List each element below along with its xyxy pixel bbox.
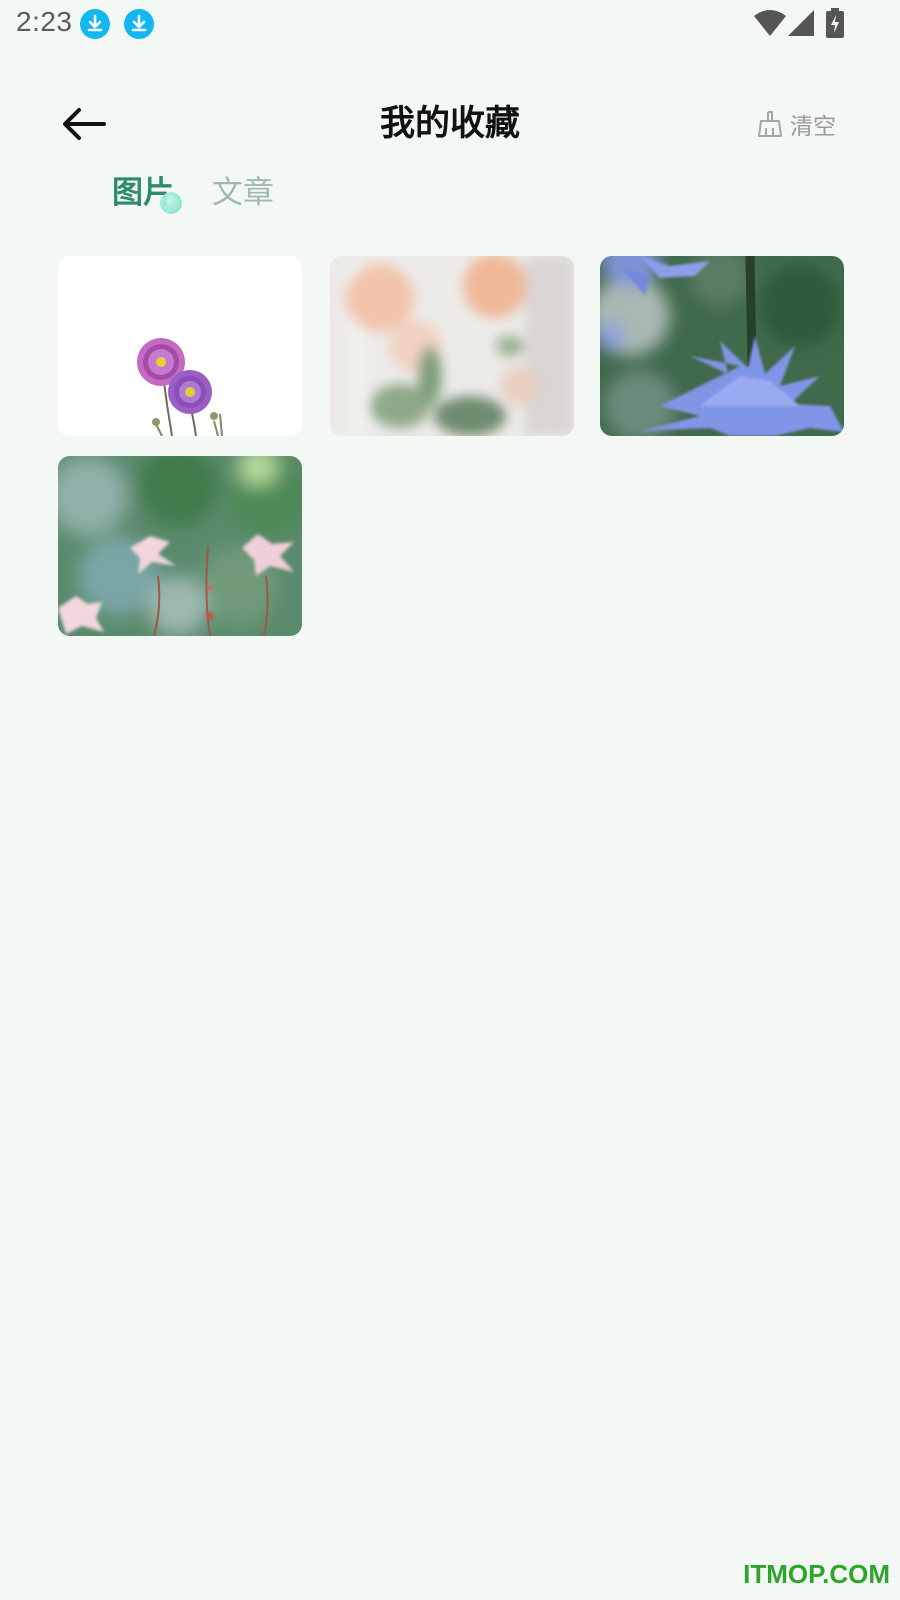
watermark: ITMOP.COM	[743, 1559, 890, 1589]
arrow-left-icon	[63, 108, 106, 140]
clear-button[interactable]: 清空	[758, 106, 836, 142]
status-time: 2:23	[16, 6, 73, 37]
tab-articles[interactable]: 文章	[212, 170, 274, 216]
gallery-image-4[interactable]	[58, 456, 302, 636]
back-button[interactable]	[56, 100, 112, 148]
status-bar: 2:23	[0, 0, 900, 50]
gallery-image-2[interactable]	[330, 256, 574, 436]
wifi-icon	[754, 10, 786, 40]
broom-icon	[758, 111, 782, 137]
clear-label: 清空	[790, 114, 836, 140]
download-icon	[124, 9, 154, 39]
gallery-image-3[interactable]	[600, 256, 844, 436]
battery-charging-icon	[826, 8, 844, 42]
gallery-image-1[interactable]	[58, 256, 302, 436]
signal-icon	[788, 10, 814, 40]
tab-active-indicator	[160, 192, 182, 214]
download-icon	[80, 9, 110, 39]
